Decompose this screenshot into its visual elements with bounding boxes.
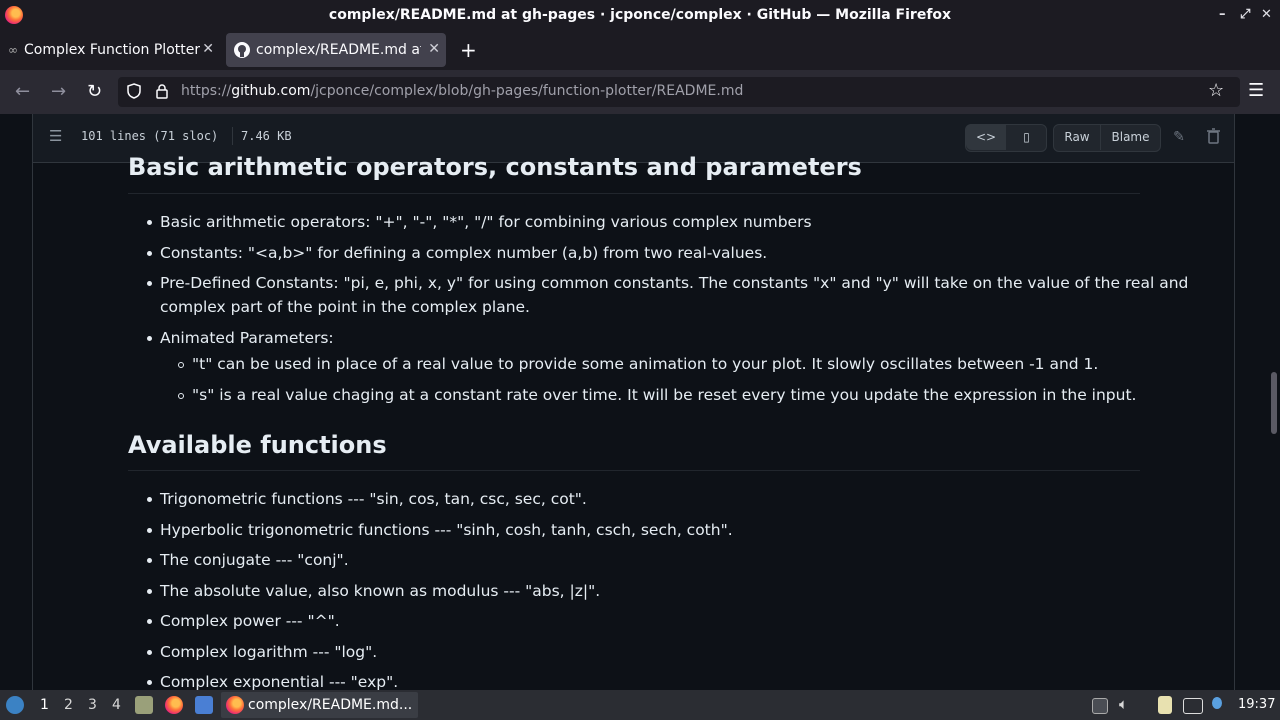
forward-arrow-icon[interactable]: → [51,81,66,102]
firefox-launcher-icon[interactable] [165,696,183,714]
tab-label: Complex Function Plotter [24,42,201,58]
sub-bullet-icon [178,362,184,368]
list-item: Constants: "<a,b>" for defining a comple… [160,244,768,262]
tab-label: complex/README.md at gh-pages [256,42,421,58]
list-item: Animated Parameters: [160,329,334,347]
github-icon [234,42,250,58]
list-item: Hyperbolic trigonometric functions --- "… [160,521,733,539]
maximize-button[interactable]: ⤢ [1240,7,1250,22]
close-tab-icon[interactable]: ✕ [202,41,214,57]
tab-readme[interactable]: complex/README.md at gh-pages ✕ [226,33,446,67]
bullet-icon [147,650,152,655]
sub-list-item: "t" can be used in place of a real value… [192,355,1099,373]
bullet-icon [147,251,152,256]
link-icon: ∞ [8,43,18,57]
heading-available-functions: Available functions [128,431,387,459]
minimize-button[interactable]: – [1219,7,1226,22]
bullet-icon [147,589,152,594]
display-icon[interactable] [1183,698,1203,714]
firefox-window-icon [226,696,244,714]
workspace-2[interactable]: 2 [64,697,73,713]
lock-icon[interactable] [155,83,169,99]
code-view-icon[interactable]: <> [966,124,1006,150]
tray-box-icon[interactable] [1092,698,1108,714]
clipboard-icon[interactable] [1158,696,1172,714]
list-item-continuation: complex part of the point in the complex… [160,298,530,316]
new-tab-button[interactable]: + [460,38,477,62]
file-manager-icon[interactable] [135,696,153,714]
heading-rule [128,470,1140,471]
trash-icon[interactable] [1207,128,1220,144]
list-item: Complex exponential --- "exp". [160,673,399,690]
firefox-logo-icon [5,6,23,24]
bullet-icon [147,497,152,502]
outline-list-icon[interactable]: ☰ [49,127,62,145]
url-prefix: https:// [181,83,232,99]
scrollbar-thumb[interactable] [1271,372,1277,434]
list-item: The conjugate --- "conj". [160,551,349,569]
divider [232,127,233,145]
url-path: /jcponce/complex/blob/gh-pages/function-… [310,83,744,99]
list-item: Complex power --- "^". [160,612,340,630]
raw-button[interactable]: Raw [1054,124,1101,150]
blame-button[interactable]: Blame [1101,124,1160,150]
terminal-icon[interactable] [195,696,213,714]
clock: 19:37 [1238,697,1276,712]
heading-arithmetic: Basic arithmetic operators, constants an… [128,153,862,181]
bullet-icon [147,619,152,624]
sub-list-item: "s" is a real value chaging at a constan… [192,386,1137,404]
notification-icon[interactable] [1212,697,1222,709]
tab-complex-function-plotter[interactable]: ∞ Complex Function Plotter ✕ [0,33,220,67]
url-host: github.com [231,83,311,99]
bullet-icon [147,528,152,533]
back-arrow-icon[interactable]: ← [15,81,30,102]
menu-icon[interactable]: ☰ [1248,80,1264,101]
edit-pencil-icon[interactable]: ✎ [1170,124,1188,150]
heading-rule [128,193,1140,194]
taskbar-window-label: complex/README.md... [248,697,413,713]
shield-icon[interactable] [127,83,141,99]
sub-bullet-icon [178,393,184,399]
taskbar [0,690,1280,720]
window-titlebar: complex/README.md at gh-pages · jcponce/… [0,0,1280,30]
list-item: Complex logarithm --- "log". [160,643,378,661]
list-item: Pre-Defined Constants: "pi, e, phi, x, y… [160,274,1189,292]
volume-icon[interactable]: 🔈︎ [1119,695,1128,713]
url-text[interactable]: https://github.com/jcponce/complex/blob/… [181,83,743,99]
bullet-icon [147,680,152,685]
line-count: 101 lines (71 sloc) [81,129,219,143]
bullet-icon [147,336,152,341]
list-item: Basic arithmetic operators: "+", "-", "*… [160,213,812,231]
workspace-4[interactable]: 4 [112,697,121,713]
workspace-1[interactable]: 1 [40,697,49,713]
window-title: complex/README.md at gh-pages · jcponce/… [328,7,952,23]
list-item: The absolute value, also known as modulu… [160,582,601,600]
reload-icon[interactable]: ↻ [87,81,102,102]
start-menu-icon[interactable] [6,696,24,714]
bullet-icon [147,558,152,563]
bullet-icon [147,281,152,286]
file-view-icon[interactable]: ▯ [1007,124,1046,150]
bullet-icon [147,220,152,225]
workspace-3[interactable]: 3 [88,697,97,713]
list-item: Trigonometric functions --- "sin, cos, t… [160,490,587,508]
close-window-button[interactable]: ✕ [1261,7,1272,22]
bookmark-star-icon[interactable]: ☆ [1208,80,1224,101]
close-tab-icon[interactable]: ✕ [428,41,440,57]
file-size: 7.46 KB [241,129,292,143]
